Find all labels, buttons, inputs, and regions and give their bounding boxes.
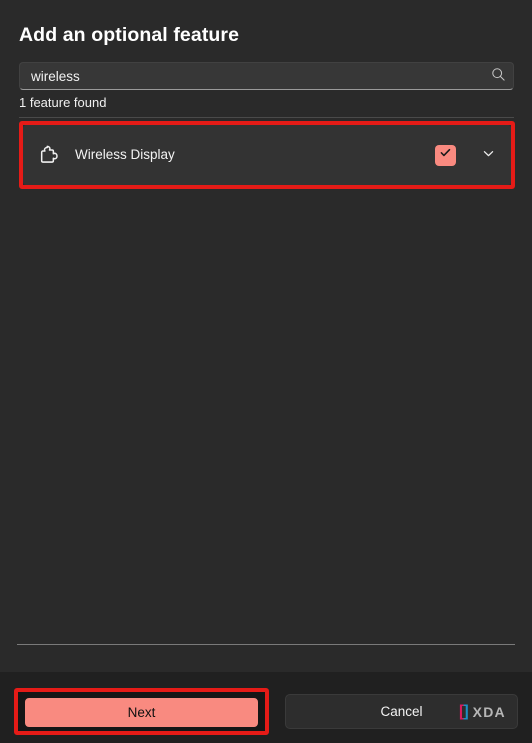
feature-checkbox[interactable] [435, 144, 456, 166]
search-box[interactable] [19, 62, 514, 90]
search-input[interactable] [20, 63, 483, 89]
chevron-down-icon [482, 147, 495, 163]
add-optional-feature-dialog: Add an optional feature 1 feature found [0, 0, 532, 743]
feature-name-label: Wireless Display [75, 147, 175, 162]
puzzle-piece-icon [36, 142, 62, 168]
list-top-divider [19, 117, 514, 118]
feature-row-annotation-box: Wireless Display [19, 121, 515, 189]
list-item[interactable]: Wireless Display [23, 125, 511, 185]
expand-feature-button[interactable] [473, 140, 503, 170]
footer-divider [17, 644, 515, 645]
checkmark-icon [439, 146, 452, 164]
search-icon [491, 67, 506, 85]
result-count-label: 1 feature found [19, 95, 107, 110]
next-button-annotation-box: Next [14, 688, 269, 735]
xda-watermark: [ ] XDA [459, 703, 506, 720]
search-button[interactable] [483, 63, 513, 89]
page-title: Add an optional feature [19, 24, 240, 46]
watermark-bracket-right: ] [463, 702, 469, 720]
dialog-content: Add an optional feature 1 feature found [0, 0, 532, 672]
watermark-text: XDA [472, 703, 506, 720]
next-button[interactable]: Next [25, 698, 258, 727]
